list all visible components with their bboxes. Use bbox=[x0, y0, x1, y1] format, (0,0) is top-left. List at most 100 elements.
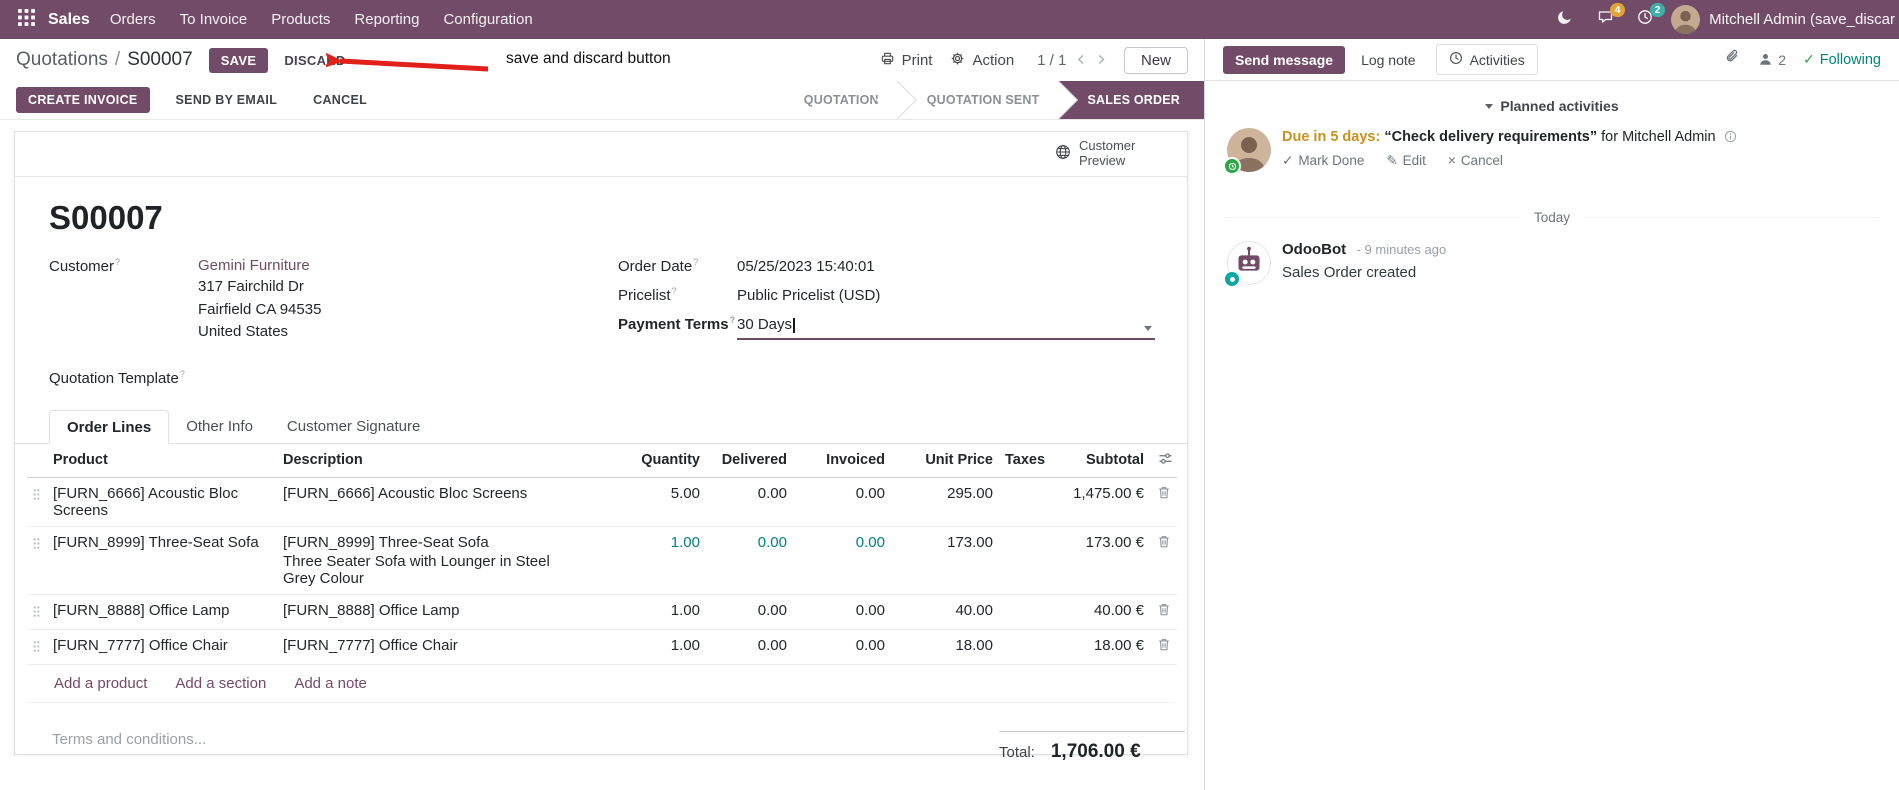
cell-quantity[interactable]: 5.00 bbox=[561, 477, 706, 527]
customer-link[interactable]: Gemini Furniture bbox=[198, 257, 321, 274]
cell-taxes[interactable] bbox=[999, 629, 1063, 665]
collapse-caret-icon bbox=[1485, 103, 1494, 109]
cell-description[interactable]: [FURN_6666] Acoustic Bloc Screens bbox=[277, 477, 561, 527]
print-button[interactable]: Print bbox=[871, 47, 942, 74]
cell-product[interactable]: [FURN_6666] Acoustic Bloc Screens bbox=[47, 477, 277, 527]
mark-done-button[interactable]: ✓ Mark Done bbox=[1282, 153, 1364, 169]
cell-product[interactable]: [FURN_8999] Three-Seat Sofa bbox=[47, 526, 277, 595]
cell-unit-price[interactable]: 173.00 bbox=[891, 526, 999, 595]
menu-reporting[interactable]: Reporting bbox=[342, 0, 431, 39]
pricelist-value[interactable]: Public Pricelist (USD) bbox=[737, 287, 880, 304]
tab-order-lines[interactable]: Order Lines bbox=[49, 409, 170, 444]
drag-handle-icon[interactable] bbox=[27, 629, 47, 665]
cell-unit-price[interactable]: 40.00 bbox=[891, 594, 999, 630]
tab-customer-signature[interactable]: Customer Signature bbox=[270, 410, 437, 444]
cell-invoiced[interactable]: 0.00 bbox=[793, 629, 891, 665]
message-timestamp: - 9 minutes ago bbox=[1356, 242, 1447, 257]
cell-taxes[interactable] bbox=[999, 526, 1063, 595]
cell-taxes[interactable] bbox=[999, 594, 1063, 630]
col-invoiced[interactable]: Invoiced bbox=[793, 443, 891, 478]
dark-mode-toggle[interactable] bbox=[1551, 6, 1579, 34]
delete-row-button[interactable] bbox=[1150, 526, 1177, 595]
edit-activity-button[interactable]: ✎ Edit bbox=[1386, 153, 1426, 169]
activities-systray-button[interactable]: 2 bbox=[1631, 2, 1666, 34]
menu-products[interactable]: Products bbox=[259, 0, 342, 39]
cell-taxes[interactable] bbox=[999, 477, 1063, 527]
pager-next-icon[interactable]: › bbox=[1091, 49, 1112, 71]
add-note-link[interactable]: Add a note bbox=[294, 675, 367, 692]
info-icon[interactable] bbox=[1724, 129, 1737, 145]
app-name[interactable]: Sales bbox=[48, 11, 90, 29]
menu-orders[interactable]: Orders bbox=[98, 0, 168, 39]
delete-row-button[interactable] bbox=[1150, 594, 1177, 630]
col-delivered[interactable]: Delivered bbox=[706, 443, 793, 478]
col-description[interactable]: Description bbox=[277, 443, 561, 478]
action-button[interactable]: Action bbox=[941, 47, 1023, 74]
menu-to-invoice[interactable]: To Invoice bbox=[168, 0, 260, 39]
col-unit-price[interactable]: Unit Price bbox=[891, 443, 999, 478]
cancel-button[interactable]: CANCEL bbox=[303, 87, 377, 113]
save-button[interactable]: SAVE bbox=[208, 47, 269, 73]
log-note-button[interactable]: Log note bbox=[1351, 46, 1426, 74]
cell-delivered[interactable]: 0.00 bbox=[706, 629, 793, 665]
cell-delivered[interactable]: 0.00 bbox=[706, 526, 793, 595]
apps-menu-button[interactable] bbox=[10, 0, 42, 39]
create-invoice-button[interactable]: CREATE INVOICE bbox=[16, 87, 150, 113]
drag-handle-icon[interactable] bbox=[27, 477, 47, 527]
send-by-email-button[interactable]: SEND BY EMAIL bbox=[166, 87, 288, 113]
followers-button[interactable]: 2 bbox=[1758, 52, 1786, 68]
cell-unit-price[interactable]: 18.00 bbox=[891, 629, 999, 665]
customer-preview-button[interactable]: Customer Preview bbox=[1055, 138, 1147, 169]
cell-delivered[interactable]: 0.00 bbox=[706, 594, 793, 630]
drag-handle-icon[interactable] bbox=[27, 526, 47, 595]
col-subtotal[interactable]: Subtotal bbox=[1063, 443, 1150, 478]
cell-description[interactable]: [FURN_8999] Three-Seat Sofa Three Seater … bbox=[277, 526, 561, 595]
planned-activities-header[interactable]: Planned activities bbox=[1205, 98, 1899, 114]
cell-product[interactable]: [FURN_7777] Office Chair bbox=[47, 629, 277, 665]
cell-description[interactable]: [FURN_7777] Office Chair bbox=[277, 629, 561, 665]
cell-description[interactable]: [FURN_8888] Office Lamp bbox=[277, 594, 561, 630]
cell-unit-price[interactable]: 295.00 bbox=[891, 477, 999, 527]
order-date-value[interactable]: 05/25/2023 15:40:01 bbox=[737, 258, 875, 275]
messages-systray-button[interactable]: 4 bbox=[1591, 2, 1626, 34]
pager-previous-icon[interactable]: ‹ bbox=[1070, 49, 1091, 71]
cell-quantity[interactable]: 1.00 bbox=[561, 526, 706, 595]
terms-and-conditions-placeholder[interactable]: Terms and conditions... bbox=[52, 731, 206, 763]
cell-delivered[interactable]: 0.00 bbox=[706, 477, 793, 527]
optional-columns-button[interactable] bbox=[1150, 443, 1177, 478]
activities-tab[interactable]: Activities bbox=[1435, 44, 1538, 75]
following-button[interactable]: ✓ Following bbox=[1803, 51, 1881, 68]
stage-sales-order[interactable]: SALES ORDER bbox=[1057, 81, 1204, 119]
cell-invoiced[interactable]: 0.00 bbox=[793, 526, 891, 595]
tab-other-info[interactable]: Other Info bbox=[169, 410, 270, 444]
col-taxes[interactable]: Taxes bbox=[999, 443, 1063, 478]
cell-invoiced[interactable]: 0.00 bbox=[793, 594, 891, 630]
cancel-activity-button[interactable]: × Cancel bbox=[1448, 153, 1503, 169]
attachments-button[interactable] bbox=[1725, 49, 1741, 70]
dropdown-caret-icon[interactable] bbox=[1144, 326, 1152, 331]
drag-handle-icon[interactable] bbox=[27, 594, 47, 630]
user-menu[interactable]: Mitchell Admin (save_discar bbox=[1671, 5, 1895, 34]
delete-row-button[interactable] bbox=[1150, 629, 1177, 665]
send-message-button[interactable]: Send message bbox=[1223, 45, 1346, 74]
followers-count: 2 bbox=[1778, 51, 1787, 68]
add-product-link[interactable]: Add a product bbox=[54, 675, 147, 692]
delete-row-button[interactable] bbox=[1150, 477, 1177, 527]
stage-quotation-sent[interactable]: QUOTATION SENT bbox=[896, 81, 1058, 119]
cell-product[interactable]: [FURN_8888] Office Lamp bbox=[47, 594, 277, 630]
cell-quantity[interactable]: 1.00 bbox=[561, 594, 706, 630]
col-quantity[interactable]: Quantity bbox=[561, 443, 706, 478]
add-section-link[interactable]: Add a section bbox=[175, 675, 266, 692]
followers-icon bbox=[1760, 53, 1771, 65]
stage-quotation[interactable]: QUOTATION bbox=[783, 81, 897, 119]
cell-invoiced[interactable]: 0.00 bbox=[793, 477, 891, 527]
breadcrumb-parent[interactable]: Quotations bbox=[16, 49, 108, 71]
col-product[interactable]: Product bbox=[47, 443, 277, 478]
table-header-row: Product Description Quantity Delivered I… bbox=[27, 443, 1177, 478]
payment-terms-input[interactable]: 30 Days bbox=[737, 316, 1155, 340]
globe-icon bbox=[1055, 144, 1071, 165]
menu-configuration[interactable]: Configuration bbox=[431, 0, 544, 39]
cell-quantity[interactable]: 1.00 bbox=[561, 629, 706, 665]
message-body: Sales Order created bbox=[1282, 264, 1417, 281]
new-button[interactable]: New bbox=[1123, 46, 1188, 74]
